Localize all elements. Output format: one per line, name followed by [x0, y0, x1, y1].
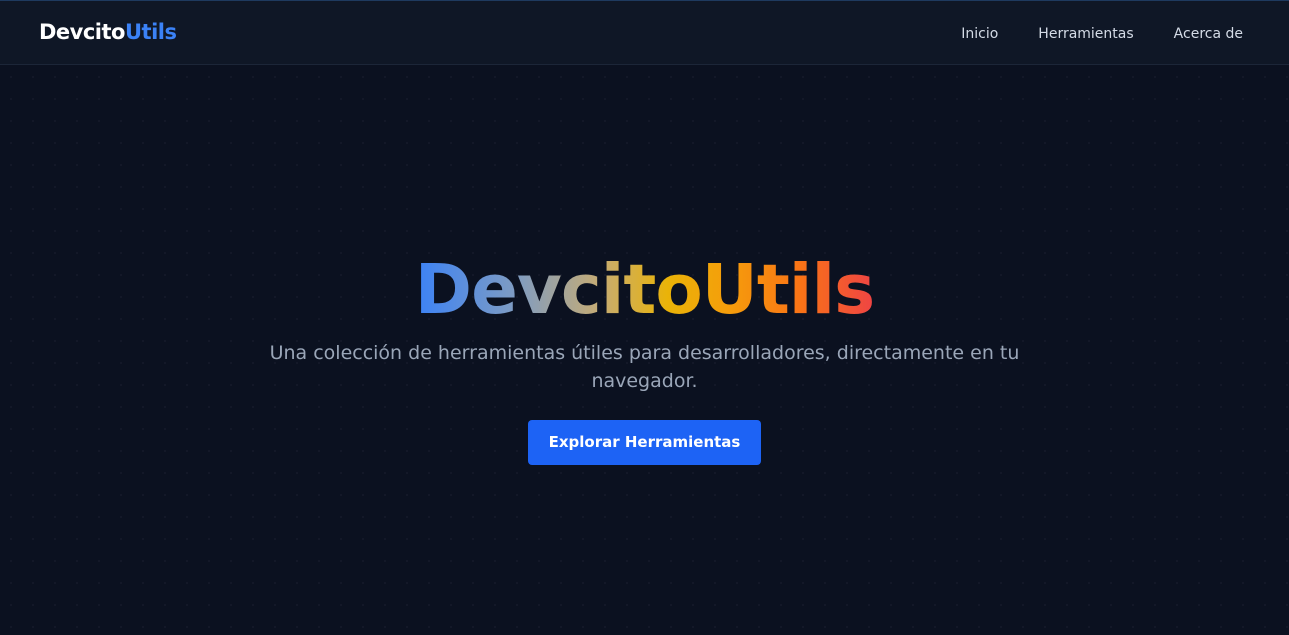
brand-logo[interactable]: DevcitoUtils: [39, 19, 177, 45]
nav-link-herramientas[interactable]: Herramientas: [1038, 26, 1133, 42]
nav-links: Inicio Herramientas Acerca de: [961, 1, 1243, 66]
explore-tools-button[interactable]: Explorar Herramientas: [528, 420, 761, 465]
nav-link-acerca-de[interactable]: Acerca de: [1174, 26, 1243, 42]
page: DevcitoUtils Inicio Herramientas Acerca …: [0, 0, 1289, 635]
brand-logo-part1: Devcito: [39, 20, 125, 44]
hero-subtitle: Una colección de herramientas útiles par…: [269, 342, 1020, 392]
hero-title: DevcitoUtils: [415, 245, 875, 335]
nav-link-inicio[interactable]: Inicio: [961, 26, 998, 42]
brand-logo-part2: Utils: [124, 20, 177, 44]
navbar: DevcitoUtils Inicio Herramientas Acerca …: [0, 0, 1289, 65]
hero-section: DevcitoUtils Una colección de herramient…: [0, 245, 1289, 465]
